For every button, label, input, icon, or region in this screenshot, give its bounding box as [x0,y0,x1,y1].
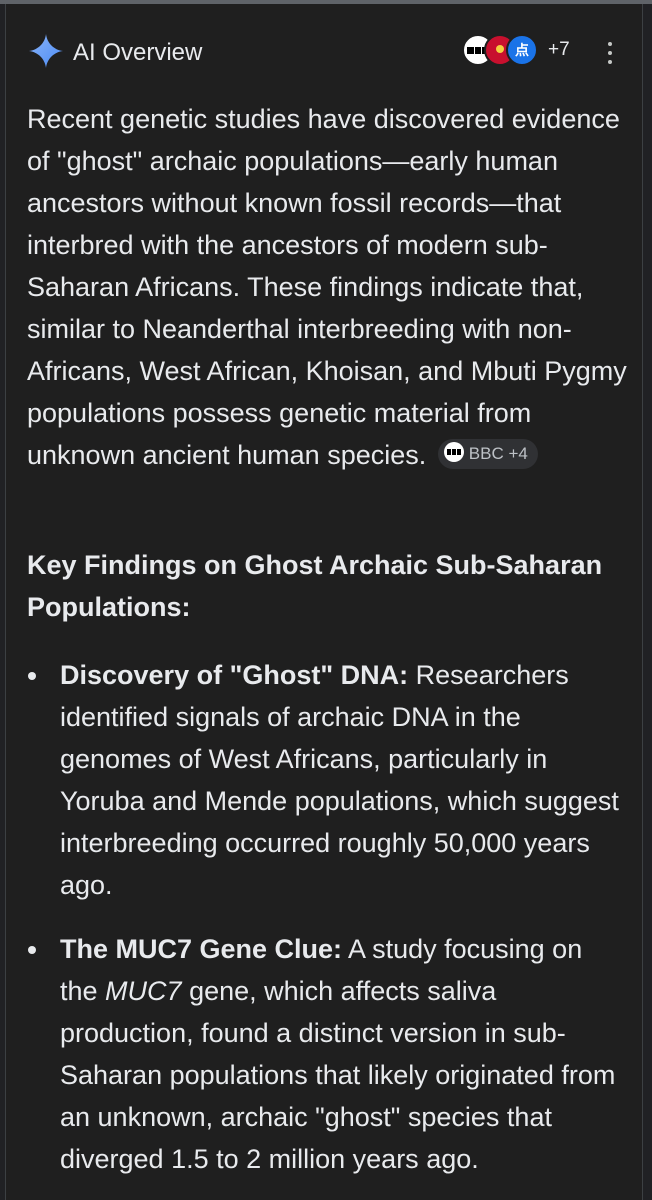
findings-list: Discovery of "Ghost" DNA: Researchers id… [6,654,642,1200]
list-item-lead: Discovery of "Ghost" DNA: [60,660,409,690]
list-item-text: Researchers identified signals of archai… [60,660,619,900]
gemini-sparkle-icon [29,34,63,68]
source-logo-blue-icon: 点 [506,34,538,66]
bbc-icon [443,442,464,463]
ai-overview-title: AI Overview [73,39,203,66]
list-item-lead: The MUC7 Gene Clue: [60,934,343,964]
overview-text: Recent genetic studies have discovered e… [27,104,627,470]
ai-overview-header: AI Overview 点 +7 [6,30,642,74]
more-vert-icon[interactable] [600,42,620,68]
gene-name: MUC7 [105,976,182,1006]
citation-chip[interactable]: BBC +4 [437,438,538,469]
more-sources-count[interactable]: +7 [548,39,570,61]
overview-paragraph: Recent genetic studies have discovered e… [27,98,627,476]
citation-chip-label: BBC +4 [468,443,528,463]
ai-overview-panel: AI Overview 点 +7 Recent genetic studies … [5,4,643,1200]
section-heading: Key Findings on Ghost Archaic Sub-Sahara… [27,550,603,622]
list-item: Discovery of "Ghost" DNA: Researchers id… [6,654,626,906]
list-item: The MUC7 Gene Clue: A study focusing on … [6,928,626,1180]
source-icons-stack[interactable]: 点 [462,34,552,68]
bullet-dot [28,672,36,680]
bullet-dot [28,946,36,954]
